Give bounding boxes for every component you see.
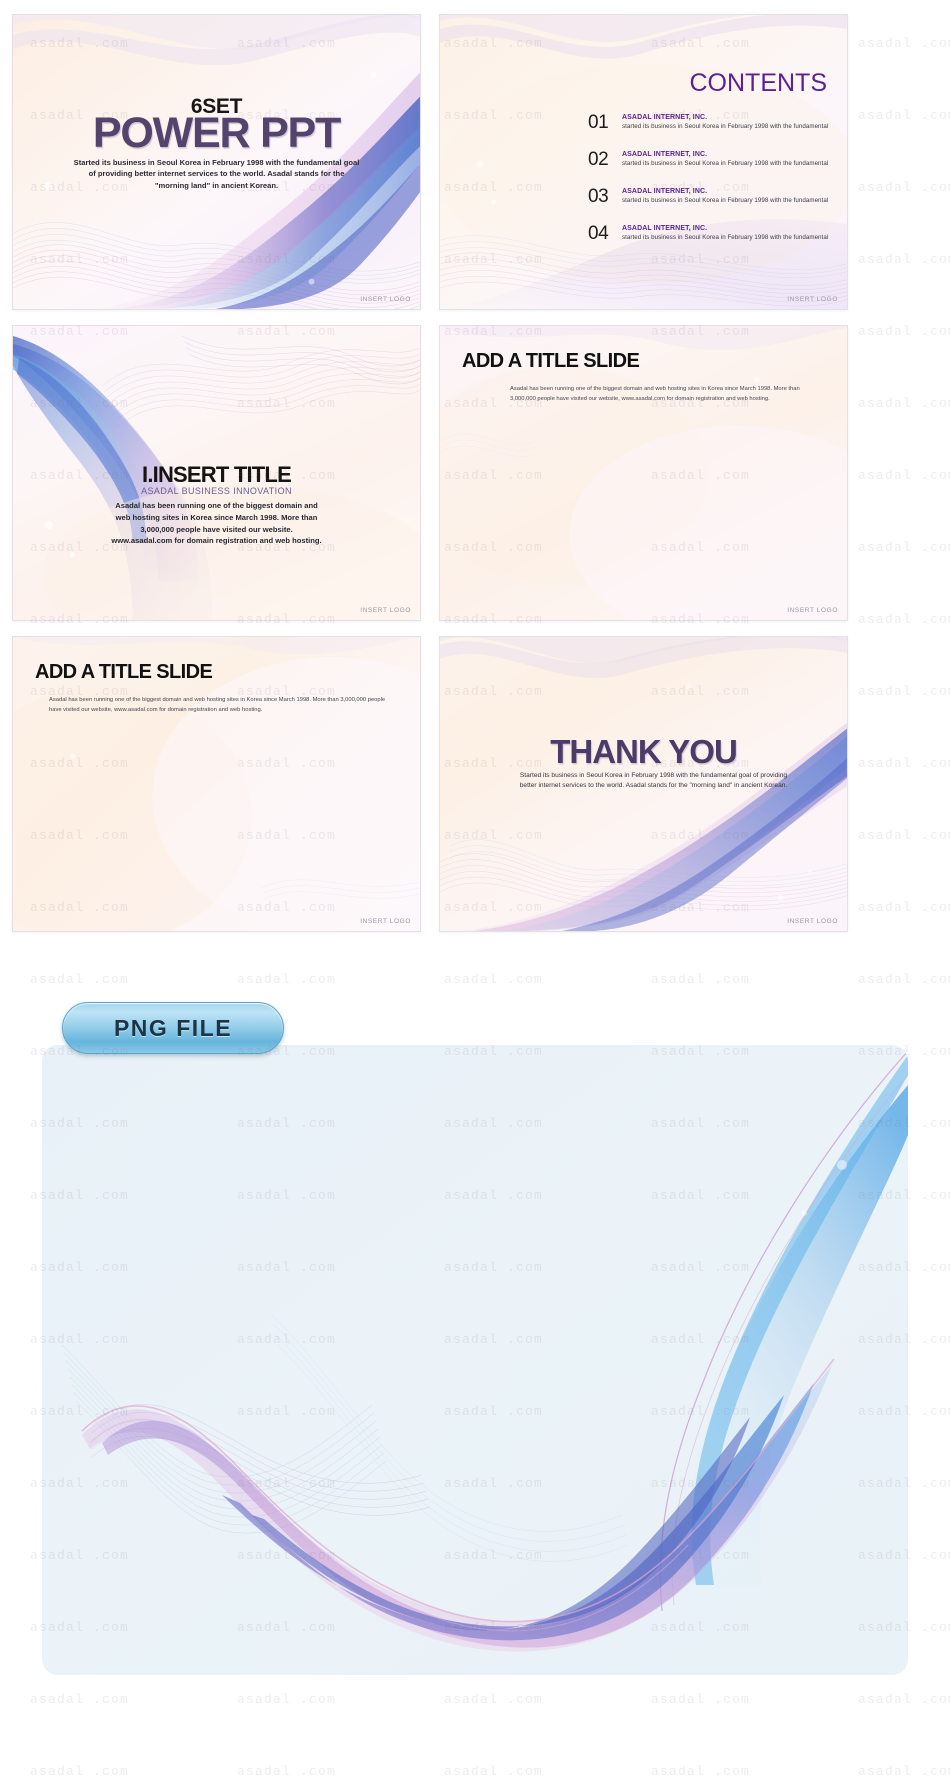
list-item[interactable]: 04 ASADAL INTERNET, INC. started its bus… <box>588 224 833 243</box>
page-title: CONTENTS <box>689 69 828 97</box>
slide-contents[interactable]: CONTENTS 01 ASADAL INTERNET, INC. starte… <box>439 14 848 310</box>
slide-eyebrow: 6SET <box>190 95 243 118</box>
list-item-number: 01 <box>588 112 609 133</box>
list-item-number: 04 <box>588 223 609 244</box>
insert-logo-placeholder: INSERT LOGO <box>787 607 838 614</box>
slide-add-title-a[interactable]: ADD A TITLE SLIDE Asadal has been runnin… <box>439 325 848 621</box>
insert-logo-placeholder: INSERT LOGO <box>787 296 838 303</box>
slide-subtitle: ASADAL BUSINESS INNOVATION <box>141 486 292 496</box>
slide-add-title-b[interactable]: ADD A TITLE SLIDE Asadal has been runnin… <box>12 636 421 932</box>
list-item-subtitle: started its business in Seoul Korea in F… <box>622 197 829 204</box>
page-title: I.INSERT TITLE <box>142 462 292 487</box>
slide-thank-you[interactable]: THANK YOU Started its business in Seoul … <box>439 636 848 932</box>
png-file-section: PNG FILE <box>0 940 950 1781</box>
list-item-title: ASADAL INTERNET, INC. <box>622 151 708 158</box>
page-root: 6SET POWER PPT Started its business in S… <box>0 0 950 1781</box>
list-item-title: ASADAL INTERNET, INC. <box>622 225 708 232</box>
insert-logo-placeholder: INSERT LOGO <box>787 918 838 925</box>
list-item[interactable]: 02 ASADAL INTERNET, INC. started its bus… <box>588 150 833 169</box>
slide-body-text: Asadal has been running one of the bigge… <box>510 386 800 403</box>
list-item[interactable]: 01 ASADAL INTERNET, INC. started its bus… <box>588 113 833 132</box>
slide-insert-title[interactable]: I.INSERT TITLE ASADAL BUSINESS INNOVATIO… <box>12 325 421 621</box>
page-title: ADD A TITLE SLIDE <box>35 661 213 683</box>
slide-title[interactable]: 6SET POWER PPT Started its business in S… <box>12 14 421 310</box>
slide-description: Started its business in Seoul Korea in F… <box>73 158 360 190</box>
slide-body-text: Asadal has been running one of the bigge… <box>49 697 386 714</box>
list-item-title: ASADAL INTERNET, INC. <box>622 114 708 121</box>
list-item-title: ASADAL INTERNET, INC. <box>622 188 708 195</box>
page-title: THANK YOU <box>550 733 738 770</box>
list-item-subtitle: started its business in Seoul Korea in F… <box>622 160 829 167</box>
slide-grid: 6SET POWER PPT Started its business in S… <box>12 14 938 932</box>
insert-logo-placeholder: INSERT LOGO <box>360 296 411 303</box>
insert-logo-placeholder: INSERT LOGO <box>360 607 411 614</box>
png-preview-panel[interactable] <box>42 1045 908 1675</box>
insert-logo-placeholder: INSERT LOGO <box>360 918 411 925</box>
list-item-number: 02 <box>588 149 609 170</box>
png-file-button[interactable]: PNG FILE <box>62 1002 284 1054</box>
slide-body-text: Asadal has been running one of the bigge… <box>111 501 322 546</box>
png-panel-art <box>42 1045 908 1675</box>
png-file-button-label: PNG FILE <box>113 1014 233 1041</box>
list-item[interactable]: 03 ASADAL INTERNET, INC. started its bus… <box>588 187 833 206</box>
page-title: ADD A TITLE SLIDE <box>462 350 640 372</box>
contents-list: 01 ASADAL INTERNET, INC. started its bus… <box>588 113 833 261</box>
list-item-number: 03 <box>588 186 609 207</box>
list-item-subtitle: started its business in Seoul Korea in F… <box>622 123 829 130</box>
slide-description: Started its business in Seoul Korea in F… <box>519 772 788 790</box>
list-item-subtitle: started its business in Seoul Korea in F… <box>622 234 829 241</box>
